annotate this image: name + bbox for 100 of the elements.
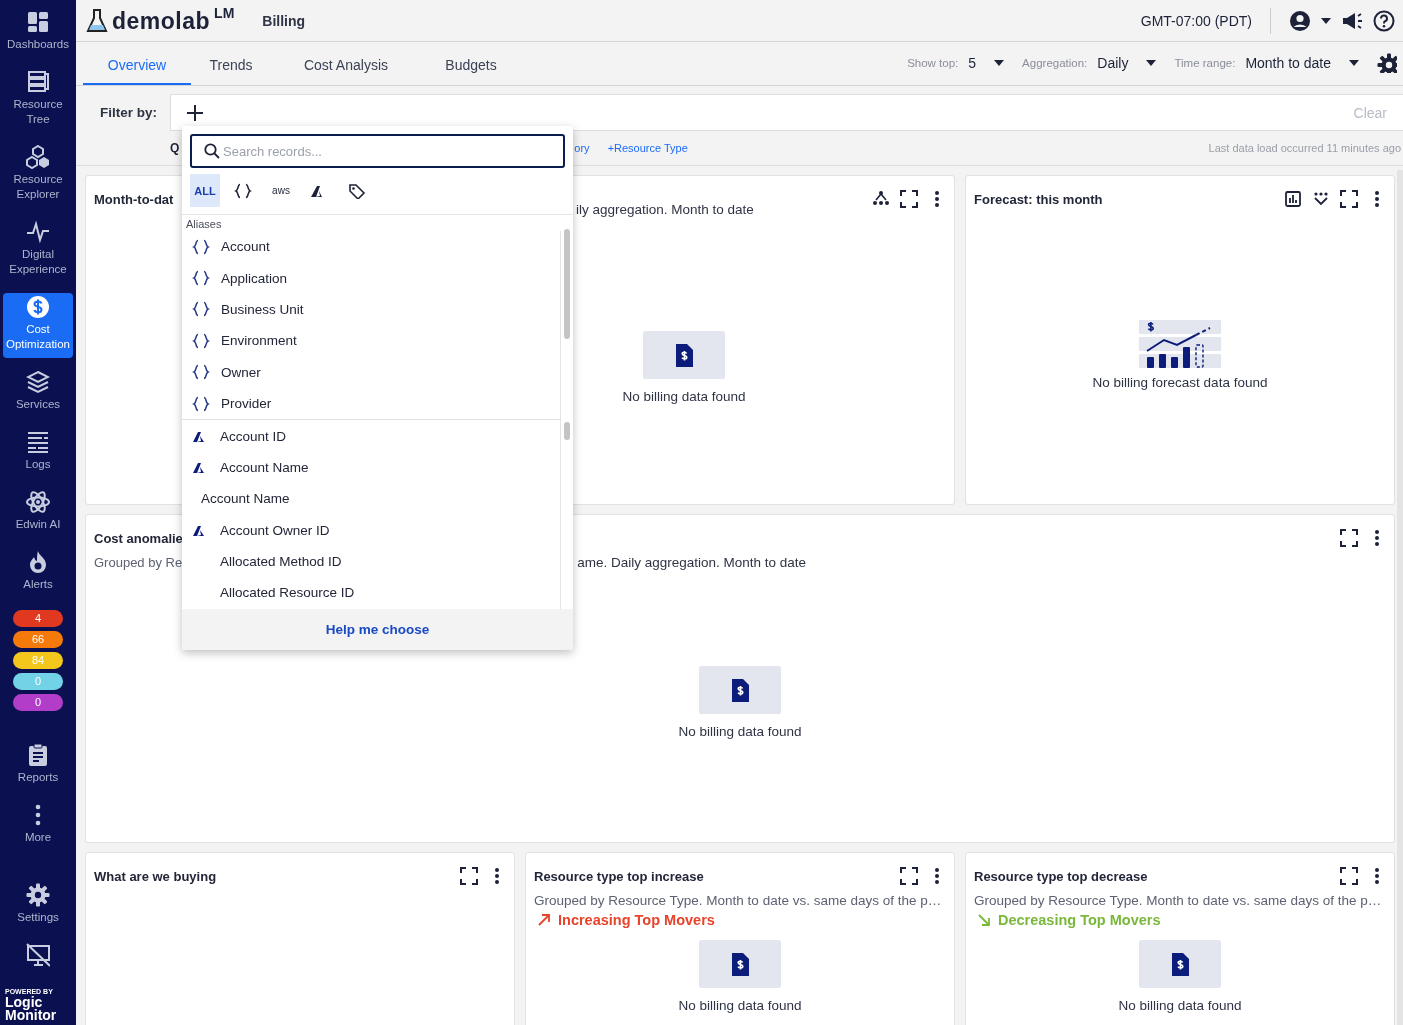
list-item[interactable]: Account Owner ID <box>182 514 560 546</box>
list-item[interactable]: Allocated Method ID <box>182 545 560 578</box>
all-filter-button[interactable]: ALL <box>190 174 220 207</box>
caret-icon <box>1349 60 1359 66</box>
nav-item[interactable]: Edwin AI <box>3 488 73 538</box>
app-logo-text: demolab <box>112 7 211 34</box>
caret-icon[interactable] <box>1321 17 1331 24</box>
nav-item[interactable]: Resource Explorer <box>3 143 73 208</box>
nav-item[interactable]: Logs <box>3 428 73 478</box>
list-item[interactable]: Owner <box>182 356 560 388</box>
atom-icon <box>26 490 50 514</box>
megaphone-icon[interactable] <box>1341 10 1363 31</box>
user-icon[interactable] <box>1289 9 1311 32</box>
widget-subtitle: ame. Daily aggregation. Month to date <box>577 555 807 570</box>
search-field[interactable]: Search records... <box>190 134 565 168</box>
dropdown[interactable]: Daily <box>1097 55 1157 71</box>
billing-document-icon <box>1139 940 1221 988</box>
aws-filter-button[interactable]: aws <box>266 174 296 207</box>
nav-item[interactable]: Reports <box>3 741 73 791</box>
scrollbar-thumb[interactable] <box>564 422 570 441</box>
trend-label: Decreasing Top Movers <box>974 912 1386 928</box>
nav-item[interactable]: Resource Tree <box>3 68 73 133</box>
widget-title: What are we buying <box>94 868 217 884</box>
list-item[interactable]: Provider <box>182 387 560 420</box>
empty-state-text: No billing data found <box>1118 998 1242 1013</box>
empty-state-text: No billing data found <box>678 724 802 739</box>
section-heading: Aliases <box>185 217 223 231</box>
braces-icon <box>192 238 210 255</box>
empty-state-text: No billing data found <box>622 389 746 404</box>
list-item[interactable]: Account <box>182 231 560 263</box>
widget-subtitle: Grouped by Resource Type. Month to date vs. same days of the p… <box>534 893 942 908</box>
widget-title: Resource type top decrease <box>974 868 1148 884</box>
billing-document-icon <box>699 666 781 714</box>
help-link[interactable]: Help me choose <box>325 621 430 637</box>
dollar-icon <box>26 295 50 319</box>
braces-icon <box>234 182 252 199</box>
app-logo-mark: LM <box>214 4 235 21</box>
list-item[interactable]: Account ID <box>182 420 560 452</box>
last-load-text: Last data load occurred 11 minutes ago <box>1208 142 1402 154</box>
hexagons-icon <box>26 145 50 169</box>
nav-item[interactable]: Cost Optimization <box>3 293 73 358</box>
arrow-up-right-icon <box>537 913 551 927</box>
more-icon <box>35 803 41 827</box>
braces-icon <box>192 270 210 287</box>
search-icon <box>204 143 220 159</box>
settings-icon[interactable] <box>1377 53 1397 73</box>
braces-icon <box>192 364 210 381</box>
widget-subtitle: Grouped by Re <box>94 555 183 570</box>
expand-icon[interactable] <box>1340 529 1358 547</box>
list-item[interactable]: Allocated Resource ID <box>182 577 560 609</box>
dropdown[interactable]: 5 <box>968 55 1005 71</box>
quick-filter-label: Q <box>170 141 180 155</box>
timezone-label[interactable]: GMT-07:00 (PDT) <box>1140 12 1252 29</box>
expand-icon[interactable] <box>1340 190 1358 208</box>
list-item[interactable]: Application <box>182 262 560 294</box>
quick-filter-link[interactable]: ory <box>574 142 590 154</box>
caret-icon <box>994 60 1005 66</box>
tab[interactable]: Overview <box>83 57 191 85</box>
nav-item[interactable]: Settings <box>3 881 73 931</box>
nav-item[interactable]: Dashboards <box>3 8 73 58</box>
expand-icon[interactable] <box>460 867 478 885</box>
tab[interactable]: Budgets <box>421 57 521 85</box>
braces-icon <box>192 395 210 412</box>
quick-filter-link[interactable]: +Resource Type <box>607 142 688 154</box>
control-label: Aggregation: <box>1022 57 1088 69</box>
tab[interactable]: Trends <box>191 57 271 85</box>
nav-item[interactable]: More <box>3 801 73 851</box>
expand-icon[interactable] <box>900 867 918 885</box>
billing-document-icon <box>643 331 725 379</box>
chevron-dots-icon[interactable] <box>1312 190 1330 208</box>
expand-icon[interactable] <box>1340 867 1358 885</box>
widget-title: Forecast: this month <box>974 191 1103 207</box>
billing-document-icon <box>699 940 781 988</box>
braces-icon <box>192 301 210 318</box>
scrollbar-thumb[interactable] <box>564 229 570 339</box>
control-label: Show top: <box>907 57 959 69</box>
hierarchy-icon[interactable] <box>872 190 890 208</box>
help-icon[interactable] <box>1373 9 1395 32</box>
list-item[interactable]: Business Unit <box>182 293 560 326</box>
alert-count-badge[interactable]: 4 <box>13 610 63 627</box>
nav-item[interactable]: Digital Experience <box>3 218 73 283</box>
stack-icon <box>26 70 50 94</box>
bar-chart-icon[interactable] <box>1284 190 1302 208</box>
list-item[interactable]: Account Name <box>182 451 560 484</box>
widget-subtitle: ily aggregation. Month to date <box>576 202 754 217</box>
expand-icon[interactable] <box>900 190 918 208</box>
trend-label: Increasing Top Movers <box>534 912 946 928</box>
list-item[interactable]: Account Name <box>182 483 560 515</box>
pulse-icon <box>26 220 50 244</box>
page-title: Billing <box>262 12 306 29</box>
tab[interactable]: Cost Analysis <box>271 57 421 85</box>
nav-item[interactable]: Services <box>3 368 73 418</box>
alert-count-badge[interactable]: 0 <box>13 694 63 711</box>
braces-icon <box>192 332 210 349</box>
control-label: Time range: <box>1174 57 1236 69</box>
dropdown[interactable]: Month to date <box>1245 55 1359 71</box>
nav-item[interactable]: Alerts <box>3 548 73 598</box>
list-item[interactable]: Environment <box>182 325 560 357</box>
grid-icon <box>26 10 50 34</box>
plus-icon[interactable] <box>187 104 203 121</box>
